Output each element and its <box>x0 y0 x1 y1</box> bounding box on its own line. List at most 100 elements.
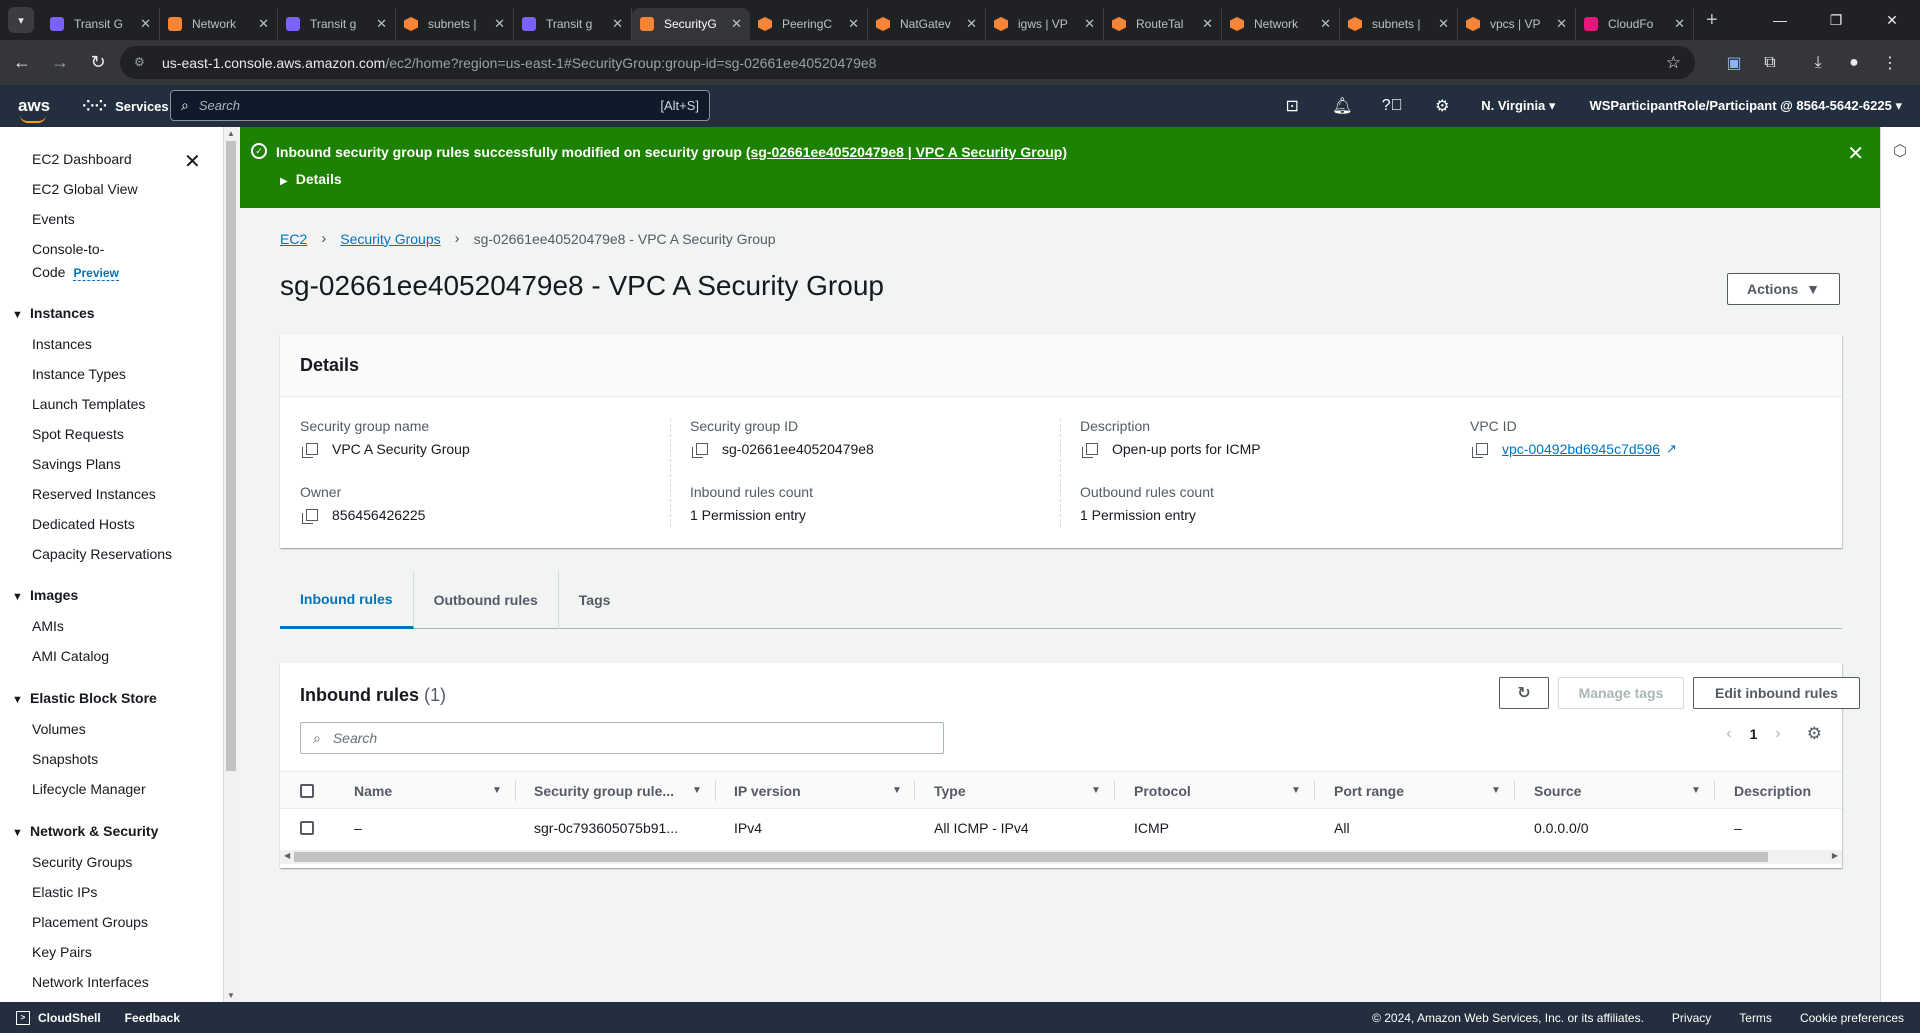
sidebar-item-instance-types[interactable]: Instance Types <box>32 366 126 382</box>
sort-caret-icon[interactable]: ▼ <box>1091 785 1101 796</box>
copy-icon[interactable] <box>692 443 708 458</box>
cookie-preferences-link[interactable]: Cookie preferences <box>1800 1011 1904 1025</box>
region-selector[interactable]: N. Virginia ▾ <box>1481 98 1555 114</box>
col-description[interactable]: Description <box>1734 772 1811 810</box>
sidebar-section-ebs[interactable]: ▼ Elastic Block Store <box>12 690 157 706</box>
table-horizontal-scrollbar[interactable]: ◀ ▶ <box>280 850 1842 864</box>
scroll-up-icon[interactable]: ▲ <box>227 129 235 138</box>
prev-page-icon[interactable]: ‹ <box>1726 725 1731 743</box>
sidebar-item-volumes[interactable]: Volumes <box>32 721 86 737</box>
sidebar-item-console-to-code[interactable]: Console-to- <box>32 241 104 257</box>
sidebar-item-ec2-dashboard[interactable]: EC2 Dashboard <box>32 151 132 167</box>
select-all-checkbox[interactable] <box>300 772 314 810</box>
sidebar-scrollbar[interactable]: ▲ ▼ <box>224 127 238 1002</box>
next-page-icon[interactable]: › <box>1775 725 1780 743</box>
close-tab-icon[interactable]: ✕ <box>1084 16 1095 32</box>
col-type[interactable]: Type <box>934 772 966 810</box>
close-tab-icon[interactable]: ✕ <box>376 16 387 32</box>
download-icon[interactable]: ⤓ <box>1800 54 1836 72</box>
sidebar-section-images[interactable]: ▼ Images <box>12 587 78 603</box>
flash-details-toggle[interactable]: ▶ Details <box>280 171 342 187</box>
terms-link[interactable]: Terms <box>1739 1011 1772 1025</box>
browser-tab[interactable]: PeeringC ✕ <box>750 8 868 40</box>
browser-tab[interactable]: Network ✕ <box>1222 8 1340 40</box>
browser-menu-icon[interactable]: ⋮ <box>1872 53 1908 73</box>
back-icon[interactable]: ← <box>6 47 38 79</box>
close-tab-icon[interactable]: ✕ <box>1202 16 1213 32</box>
sidebar-item-events[interactable]: Events <box>32 211 75 227</box>
sidebar-item-elastic-ips[interactable]: Elastic IPs <box>32 884 97 900</box>
breadcrumb-security-groups[interactable]: Security Groups <box>340 231 440 247</box>
dismiss-flash-icon[interactable]: ✕ <box>1847 141 1864 166</box>
close-tab-icon[interactable]: ✕ <box>1320 16 1331 32</box>
sidebar-item-capacity-reservations[interactable]: Capacity Reservations <box>32 546 172 562</box>
sidebar-item-network-interfaces[interactable]: Network Interfaces <box>32 974 149 990</box>
tab-outbound-rules[interactable]: Outbound rules <box>414 571 559 629</box>
browser-tab[interactable]: vpcs | VP ✕ <box>1458 8 1576 40</box>
profile-avatar[interactable]: ● <box>1836 54 1872 72</box>
sidebar-item-placement-groups[interactable]: Placement Groups <box>32 914 148 930</box>
new-tab-icon[interactable]: + <box>1706 9 1718 32</box>
sidebar-section-instances[interactable]: ▼ Instances <box>12 305 95 321</box>
close-tab-icon[interactable]: ✕ <box>1438 16 1449 32</box>
close-tab-icon[interactable]: ✕ <box>966 16 977 32</box>
sort-caret-icon[interactable]: ▼ <box>1291 785 1301 796</box>
sidebar-item-key-pairs[interactable]: Key Pairs <box>32 944 92 960</box>
restore-icon[interactable]: ❐ <box>1808 12 1864 29</box>
browser-tab[interactable]: Transit g ✕ <box>278 8 396 40</box>
close-tab-icon[interactable]: ✕ <box>140 16 151 32</box>
sidebar-item-code[interactable]: Code Preview <box>32 264 119 281</box>
browser-tab[interactable]: Transit g ✕ <box>514 8 632 40</box>
column-resizer[interactable] <box>1114 781 1115 801</box>
url-field[interactable]: ⚙ us-east-1.console.aws.amazon.com/ec2/h… <box>120 46 1695 79</box>
sidebar-item-lifecycle-manager[interactable]: Lifecycle Manager <box>32 781 146 797</box>
copy-icon[interactable] <box>302 443 318 458</box>
column-resizer[interactable] <box>1514 781 1515 801</box>
flash-sg-link[interactable]: (sg-02661ee40520479e8 | VPC A Security G… <box>746 144 1067 160</box>
services-menu[interactable]: ⁘⁘ Services <box>82 97 169 115</box>
help-icon[interactable]: ?⃝ <box>1367 97 1417 115</box>
sort-caret-icon[interactable]: ▼ <box>692 785 702 796</box>
close-window-icon[interactable]: ✕ <box>1864 12 1920 29</box>
cloudshell-icon[interactable]: ⊡ <box>1267 96 1317 116</box>
scroll-right-icon[interactable]: ▶ <box>1832 851 1838 860</box>
sidebar-item-reserved-instances[interactable]: Reserved Instances <box>32 486 156 502</box>
sort-caret-icon[interactable]: ▼ <box>492 785 502 796</box>
vpc-id-link[interactable]: vpc-00492bd6945c7d596 <box>1502 441 1660 457</box>
sort-caret-icon[interactable]: ▼ <box>892 785 902 796</box>
sidebar-item-snapshots[interactable]: Snapshots <box>32 751 98 767</box>
refresh-button[interactable]: ↻ <box>1499 677 1549 709</box>
browser-tab[interactable]: subnets | ✕ <box>1340 8 1458 40</box>
external-link-icon[interactable]: ↗ <box>1666 441 1677 457</box>
forward-icon[interactable]: → <box>44 47 76 79</box>
close-tab-icon[interactable]: ✕ <box>1556 16 1567 32</box>
close-tab-icon[interactable]: ✕ <box>848 16 859 32</box>
sidebar-item-amis[interactable]: AMIs <box>32 618 64 634</box>
close-tab-icon[interactable]: ✕ <box>731 16 742 32</box>
aws-logo[interactable]: aws <box>18 96 52 123</box>
row-checkbox[interactable] <box>300 809 314 847</box>
sidebar-item-security-groups[interactable]: Security Groups <box>32 854 132 870</box>
sort-caret-icon[interactable]: ▼ <box>1491 785 1501 796</box>
copy-icon[interactable] <box>1082 443 1098 458</box>
actions-button[interactable]: Actions ▼ <box>1727 273 1840 305</box>
browser-tab[interactable]: Network ✕ <box>160 8 278 40</box>
feedback-link[interactable]: Feedback <box>125 1011 180 1025</box>
column-resizer[interactable] <box>515 781 516 801</box>
browser-tab[interactable]: igws | VP ✕ <box>986 8 1104 40</box>
sidebar-item-savings-plans[interactable]: Savings Plans <box>32 456 121 472</box>
notifications-bell-icon[interactable]: 🔔︎ <box>1317 96 1367 116</box>
sidebar-item-dedicated-hosts[interactable]: Dedicated Hosts <box>32 516 135 532</box>
copy-icon[interactable] <box>302 509 318 524</box>
table-settings-gear-icon[interactable]: ⚙ <box>1807 724 1822 744</box>
col-rule-id[interactable]: Security group rule... <box>534 772 674 810</box>
sidebar-item-launch-templates[interactable]: Launch Templates <box>32 396 145 412</box>
copy-icon[interactable] <box>1472 443 1488 458</box>
col-name[interactable]: Name <box>354 772 392 810</box>
browser-tab[interactable]: CloudFo ✕ <box>1576 8 1694 40</box>
table-row[interactable]: – sgr-0c793605075b91... IPv4 All ICMP - … <box>280 809 1842 847</box>
page-number[interactable]: 1 <box>1750 726 1758 742</box>
bookmark-star-icon[interactable]: ☆ <box>1666 53 1681 73</box>
col-source[interactable]: Source <box>1534 772 1581 810</box>
reload-icon[interactable]: ↻ <box>82 47 114 79</box>
